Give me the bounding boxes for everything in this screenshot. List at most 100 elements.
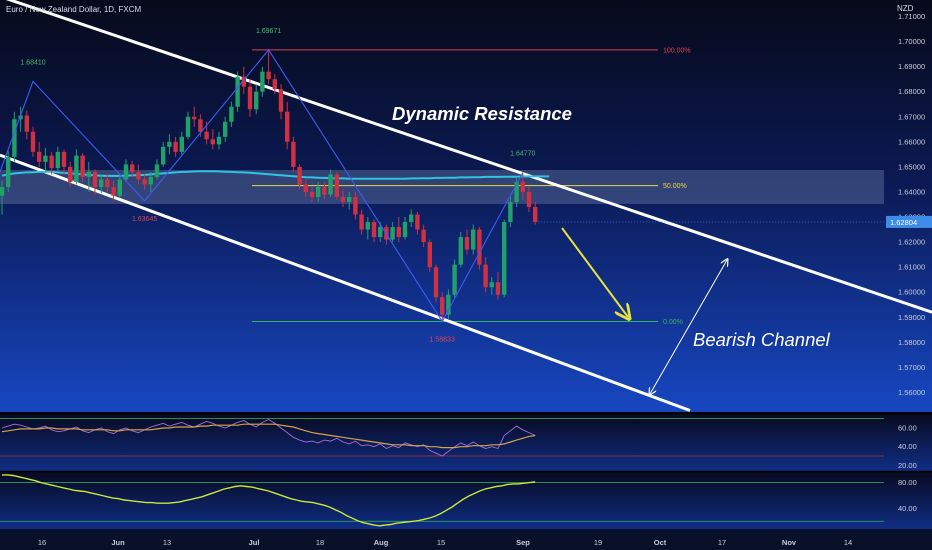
candle-body [390, 227, 395, 240]
price-tick-label: 1.70000 [898, 37, 925, 46]
candle-body [489, 282, 494, 288]
candle-body [216, 136, 222, 145]
candle-body [161, 146, 166, 165]
time-tick-label: Sep [516, 538, 530, 547]
candle-body [235, 76, 240, 107]
candle-body [278, 89, 284, 112]
candle-body [353, 196, 358, 215]
candle-body [92, 171, 98, 187]
candle-body [297, 166, 302, 185]
time-tick-label: Jun [111, 538, 125, 547]
pivot-label: 1.68410 [20, 59, 45, 66]
candle-body [520, 181, 525, 192]
candle-body [508, 201, 513, 223]
candle-body [24, 115, 29, 132]
candle-body [173, 141, 178, 152]
price-tick-label: 1.60000 [898, 288, 925, 297]
fib-level-label: 50.00% [663, 183, 687, 190]
candle-body [309, 191, 315, 197]
candle-body [179, 136, 184, 152]
candle-body [409, 214, 414, 223]
time-tick-label: 16 [38, 538, 46, 547]
candle-body [359, 214, 364, 230]
price-tick-label: 1.68000 [898, 87, 925, 96]
candle-body [495, 282, 501, 295]
candle-body [285, 111, 290, 142]
osc1-tick-label: 60.00 [898, 423, 917, 432]
candle-body [142, 179, 147, 185]
osc1-tick-label: 40.00 [898, 442, 917, 451]
candle-body [61, 151, 67, 167]
time-tick-label: 19 [594, 538, 602, 547]
time-tick-label: 18 [316, 538, 324, 547]
candle-body [49, 155, 54, 169]
candle-body [185, 116, 191, 137]
candle-body [483, 264, 488, 288]
price-tick-label: 1.58000 [898, 338, 925, 347]
candle-body [154, 164, 160, 177]
fib-level-label: 0.00% [663, 319, 683, 326]
candle-body [204, 131, 209, 140]
candle-body [198, 119, 203, 132]
candle-body [328, 174, 333, 195]
candle-body [148, 176, 153, 185]
candle-body [402, 222, 408, 238]
pivot-label: 1.63645 [132, 216, 157, 223]
time-tick-label: Nov [782, 538, 797, 547]
annotation-bearish-channel: Bearish Channel [693, 329, 831, 350]
candle-body [427, 242, 432, 268]
time-tick-label: Oct [654, 538, 667, 547]
candle-body [6, 156, 11, 187]
candle-body [526, 191, 532, 207]
price-tick-label: 1.59000 [898, 313, 925, 322]
annotation-dynamic-resistance: Dynamic Resistance [392, 103, 572, 124]
candle [477, 227, 482, 270]
price-tick-label: 1.56000 [898, 388, 925, 397]
candle-body [458, 237, 463, 265]
candle [433, 264, 439, 303]
osc2-tick-label: 80.00 [898, 478, 917, 487]
candle-body [396, 227, 401, 238]
candle-body [334, 174, 339, 197]
price-tick-label: 1.65000 [898, 162, 925, 171]
candle [235, 71, 240, 112]
candle-body [464, 237, 470, 250]
candle-body [254, 91, 259, 110]
symbol-title: Euro / New Zealand Dollar, 1D, FXCM [6, 5, 142, 14]
candle-body [80, 155, 85, 177]
candle-body [433, 267, 439, 298]
candle-body [260, 71, 265, 92]
candle-body [340, 196, 346, 202]
candle-body [192, 116, 197, 120]
candle-body [247, 86, 253, 110]
candle-body [0, 186, 5, 196]
currency-label: NZD [897, 4, 914, 13]
candle-body [229, 106, 234, 122]
price-tick-label: 1.57000 [898, 363, 925, 372]
candle-body [105, 179, 110, 187]
candle [502, 219, 507, 298]
candle [458, 232, 463, 268]
candle-body [477, 229, 482, 265]
candle-body [99, 179, 104, 187]
trading-chart[interactable]: 100.00% 50.00% 0.00% 1.68410 1.63645 1.69671… [0, 0, 932, 550]
price-tick-label: 1.61000 [898, 263, 925, 272]
fib-level-label: 100.00% [663, 47, 691, 54]
candle-body [378, 227, 383, 238]
pivot-label: 1.69671 [256, 28, 281, 35]
candle-body [68, 166, 73, 182]
candle-body [55, 151, 60, 169]
candle-body [37, 151, 42, 162]
osc2-tick-label: 40.00 [898, 504, 917, 513]
candle-body [74, 155, 79, 182]
candle-body [130, 164, 135, 172]
candle-body [421, 229, 426, 243]
osc1-tick-label: 20.00 [898, 461, 917, 470]
time-tick-label: Aug [374, 538, 389, 547]
candle-body [303, 184, 308, 192]
candle-body [30, 131, 36, 152]
candle-body [471, 229, 476, 250]
price-tick-label: 1.71000 [898, 12, 925, 21]
pivot-label: 1.64770 [510, 151, 535, 158]
current-price-value: 1.62804 [890, 218, 917, 227]
